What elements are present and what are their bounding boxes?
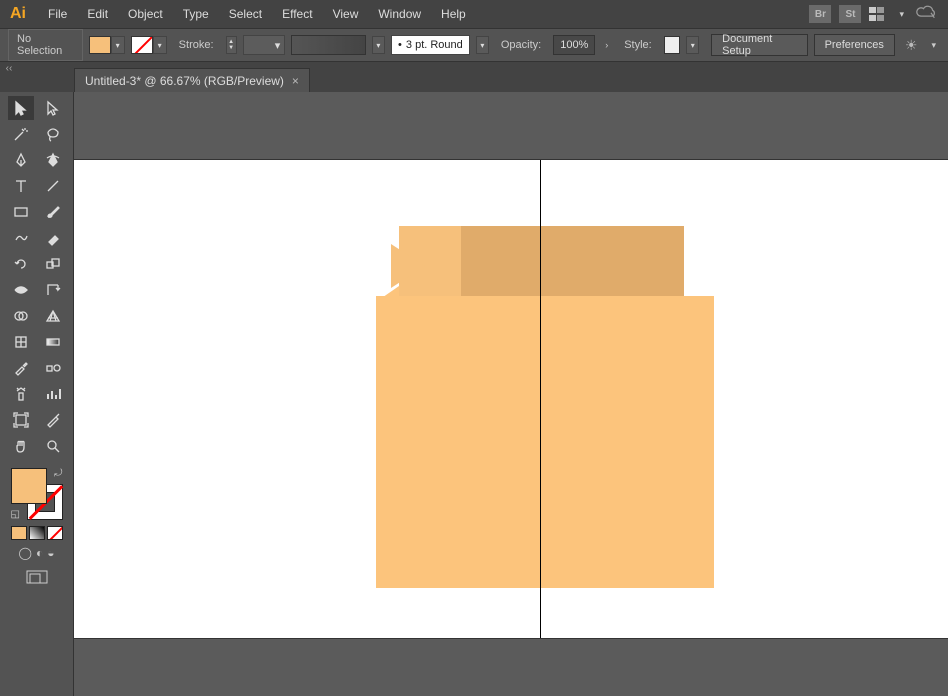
- style-label: Style:: [618, 37, 658, 53]
- opacity-value[interactable]: 100%: [553, 35, 595, 55]
- eyedropper-tool[interactable]: [8, 356, 34, 380]
- artboard-tool[interactable]: [8, 408, 34, 432]
- profile-dropdown[interactable]: ▾: [476, 36, 489, 54]
- brush-dropdown[interactable]: ▾: [372, 36, 385, 54]
- opacity-dropdown[interactable]: ›: [601, 40, 612, 50]
- close-tab-icon[interactable]: ×: [292, 74, 299, 88]
- curvature-tool[interactable]: [40, 148, 66, 172]
- panel-collapse[interactable]: ‹‹: [0, 63, 18, 74]
- vertical-guide: [540, 160, 541, 638]
- selection-tool[interactable]: [8, 96, 34, 120]
- preferences-button[interactable]: Preferences: [814, 34, 895, 56]
- shape-builder-tool[interactable]: [8, 304, 34, 328]
- color-mode-row: [11, 526, 63, 540]
- menu-edit[interactable]: Edit: [77, 7, 118, 21]
- tools-panel: ⤾ ◱ ◯ ◐ ◒: [0, 92, 74, 696]
- draw-inside-icon[interactable]: ◒: [47, 546, 54, 560]
- zoom-tool[interactable]: [40, 434, 66, 458]
- rectangle-tool[interactable]: [8, 200, 34, 224]
- draw-behind-icon[interactable]: ◐: [36, 546, 43, 560]
- color-mode-gradient[interactable]: [29, 526, 45, 540]
- type-tool[interactable]: [8, 174, 34, 198]
- brush-definition[interactable]: [291, 35, 366, 55]
- control-bar: No Selection ▾ ▾ Stroke: ▲▼ ▾ ▾ • 3 pt. …: [0, 28, 948, 62]
- menu-select[interactable]: Select: [219, 7, 272, 21]
- swap-fill-stroke-icon[interactable]: ⤾: [54, 468, 62, 479]
- stroke-swatch-icon: [131, 36, 153, 54]
- canvas-area[interactable]: [74, 92, 948, 696]
- rotate-tool[interactable]: [8, 252, 34, 276]
- stroke-swatch-control[interactable]: ▾: [131, 36, 167, 54]
- menubar: Ai File Edit Object Type Select Effect V…: [0, 0, 948, 28]
- line-tool[interactable]: [40, 174, 66, 198]
- mesh-tool[interactable]: [8, 330, 34, 354]
- gradient-tool[interactable]: [40, 330, 66, 354]
- fill-dropdown[interactable]: ▾: [111, 36, 125, 54]
- menu-file[interactable]: File: [38, 7, 77, 21]
- menu-view[interactable]: View: [323, 7, 369, 21]
- fill-color-icon[interactable]: [11, 468, 47, 504]
- column-graph-tool[interactable]: [40, 382, 66, 406]
- hand-tool[interactable]: [8, 434, 34, 458]
- lasso-tool[interactable]: [40, 122, 66, 146]
- fill-stroke-control[interactable]: ⤾ ◱: [11, 468, 63, 520]
- box-main-shape: [376, 296, 714, 588]
- workspace-dropdown[interactable]: ▾: [895, 9, 908, 20]
- eraser-tool[interactable]: [40, 226, 66, 250]
- stroke-weight-select[interactable]: ▾: [243, 35, 286, 55]
- menu-window[interactable]: Window: [368, 7, 431, 21]
- free-transform-tool[interactable]: [40, 278, 66, 302]
- perspective-grid-tool[interactable]: [40, 304, 66, 328]
- draw-mode-row: ◯ ◐ ◒: [19, 546, 55, 560]
- menu-help[interactable]: Help: [431, 7, 476, 21]
- variable-width-profile[interactable]: • 3 pt. Round: [391, 35, 470, 55]
- blend-tool[interactable]: [40, 356, 66, 380]
- document-tab-title: Untitled-3* @ 66.67% (RGB/Preview): [85, 74, 284, 88]
- paintbrush-tool[interactable]: [40, 200, 66, 224]
- align-to-icon[interactable]: ☀: [901, 37, 922, 54]
- slice-tool[interactable]: [40, 408, 66, 432]
- symbol-sprayer-tool[interactable]: [8, 382, 34, 406]
- document-setup-button[interactable]: Document Setup: [711, 34, 807, 56]
- menu-effect[interactable]: Effect: [272, 7, 322, 21]
- selection-status: No Selection: [8, 29, 83, 61]
- style-swatch-icon[interactable]: [664, 36, 681, 54]
- search-cloud-icon[interactable]: [916, 4, 936, 25]
- menu-object[interactable]: Object: [118, 7, 173, 21]
- draw-normal-icon[interactable]: ◯: [19, 546, 32, 560]
- artboard: [74, 160, 948, 638]
- document-tab[interactable]: Untitled-3* @ 66.67% (RGB/Preview) ×: [74, 68, 310, 92]
- bridge-button[interactable]: Br: [809, 5, 831, 23]
- magic-wand-tool[interactable]: [8, 122, 34, 146]
- pen-tool[interactable]: [8, 148, 34, 172]
- screen-mode-icon[interactable]: [26, 570, 48, 591]
- default-fill-stroke-icon[interactable]: ◱: [11, 509, 20, 520]
- align-dropdown[interactable]: ▾: [927, 40, 940, 51]
- color-mode-solid[interactable]: [11, 526, 27, 540]
- fill-swatch-control[interactable]: ▾: [89, 36, 125, 54]
- stroke-dropdown[interactable]: ▾: [153, 36, 167, 54]
- stroke-weight-stepper[interactable]: ▲▼: [226, 36, 237, 54]
- app-logo: Ai: [10, 5, 38, 23]
- width-tool[interactable]: [8, 278, 34, 302]
- opacity-label: Opacity:: [495, 37, 547, 53]
- stroke-label: Stroke:: [173, 37, 220, 53]
- direct-selection-tool[interactable]: [40, 96, 66, 120]
- stock-button[interactable]: St: [839, 5, 861, 23]
- color-mode-none[interactable]: [47, 526, 63, 540]
- style-dropdown[interactable]: ▾: [686, 36, 699, 54]
- shaper-tool[interactable]: [8, 226, 34, 250]
- tab-strip: Untitled-3* @ 66.67% (RGB/Preview) ×: [0, 62, 948, 92]
- fill-swatch-icon: [89, 36, 111, 54]
- workspace-switcher-icon[interactable]: [869, 7, 887, 21]
- menu-type[interactable]: Type: [173, 7, 219, 21]
- scale-tool[interactable]: [40, 252, 66, 276]
- workspace: ⤾ ◱ ◯ ◐ ◒: [0, 92, 948, 696]
